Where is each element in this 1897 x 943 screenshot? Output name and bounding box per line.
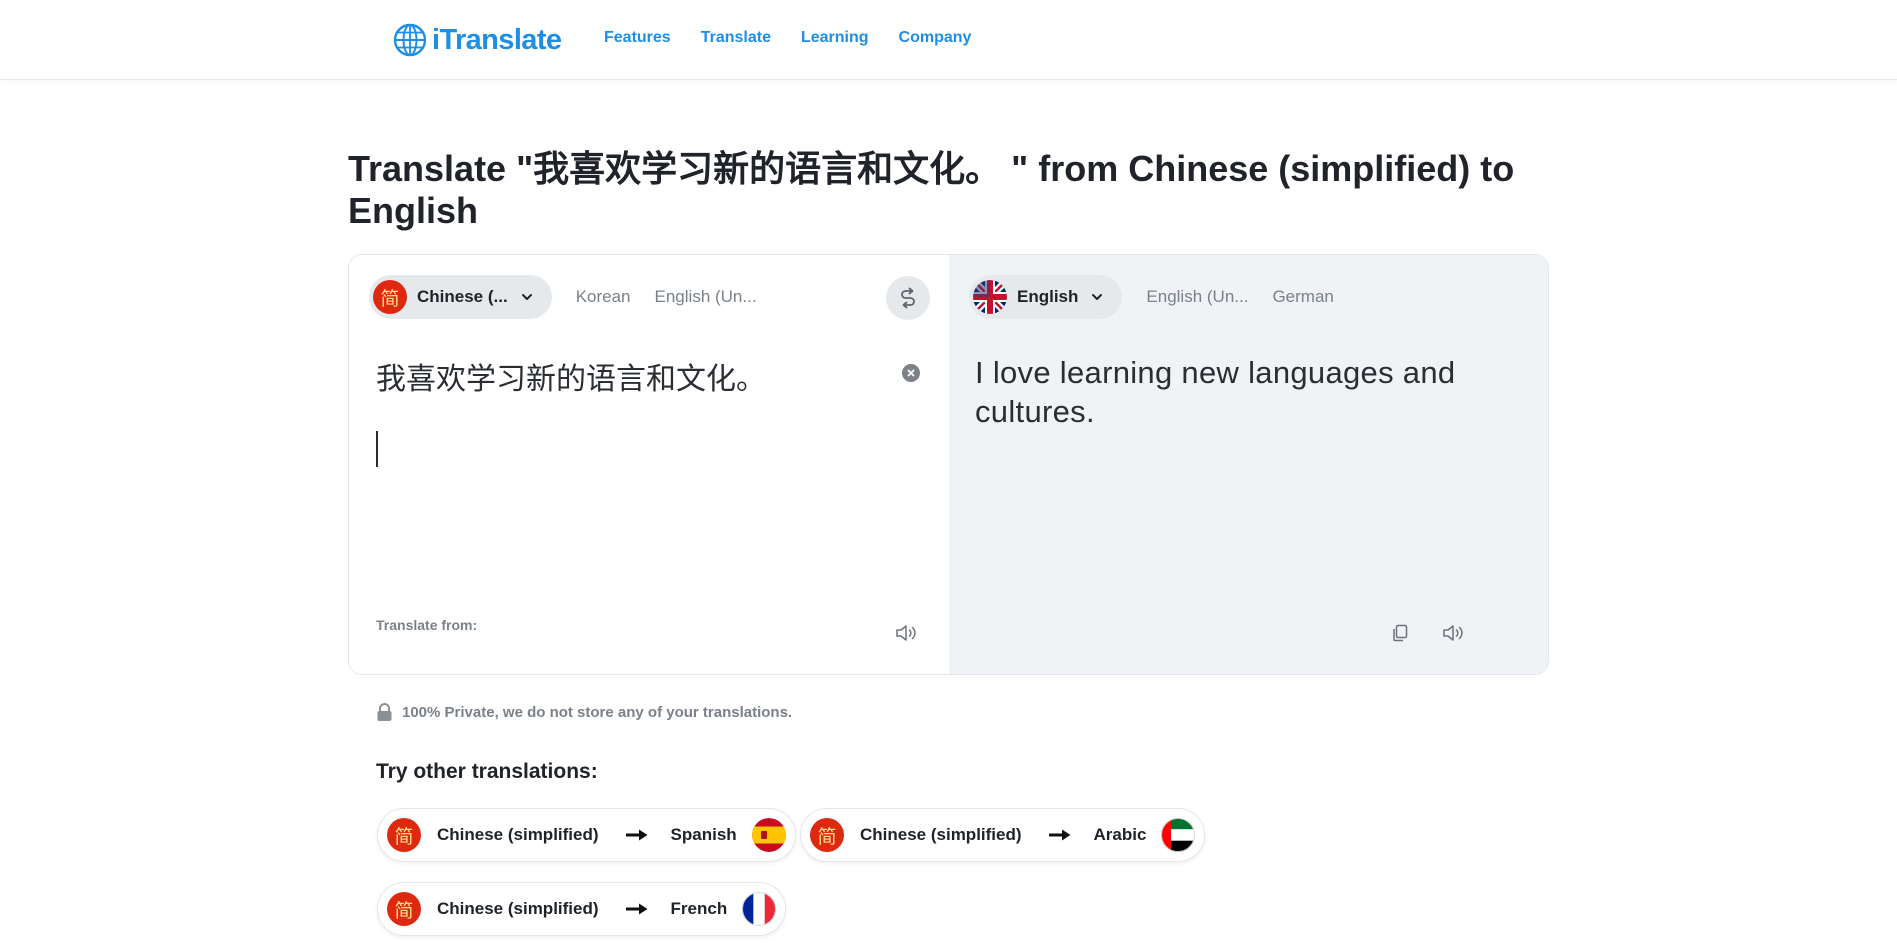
nav-learning[interactable]: Learning bbox=[801, 29, 869, 47]
pair-from-language: Chinese (simplified) bbox=[860, 825, 1022, 844]
page-title: Translate "我喜欢学习新的语言和文化。 " from Chinese … bbox=[348, 148, 1515, 231]
pair-from-language: Chinese (simplified) bbox=[437, 899, 599, 918]
pair-to-language: Spanish bbox=[670, 825, 737, 844]
pair-chinese-arabic[interactable]: 简 Chinese (simplified) Arabic bbox=[800, 808, 1206, 862]
swap-icon bbox=[901, 287, 915, 309]
copy-icon bbox=[1393, 624, 1408, 642]
speaker-icon bbox=[1443, 625, 1463, 641]
source-language-label: Chinese (... bbox=[417, 287, 508, 306]
pair-chinese-spanish[interactable]: 简 Chinese (simplified) Spanish bbox=[377, 808, 796, 862]
chinese-flag-icon: 简 bbox=[387, 818, 421, 852]
target-language-bar: English English (Un... German bbox=[969, 275, 1334, 319]
close-icon bbox=[907, 369, 915, 377]
main-nav: Features Translate Learning Company bbox=[604, 29, 1001, 47]
swap-languages-button[interactable] bbox=[886, 276, 930, 320]
source-option-english-us[interactable]: English (Un... bbox=[655, 287, 757, 307]
other-translations-heading: Try other translations: bbox=[376, 760, 598, 783]
france-flag-icon bbox=[742, 892, 777, 926]
source-language-bar: 简 Chinese (... Korean English (Un... bbox=[369, 275, 757, 319]
translator-card: 简 Chinese (... Korean English (Un... 我喜欢… bbox=[348, 254, 1549, 675]
target-option-english-us[interactable]: English (Un... bbox=[1146, 287, 1248, 307]
translated-text: I love learning new languages and cultur… bbox=[975, 355, 1456, 429]
privacy-text: 100% Private, we do not store any of you… bbox=[402, 704, 793, 721]
source-text-input[interactable]: 我喜欢学习新的语言和文化。 bbox=[376, 354, 766, 398]
nav-translate[interactable]: Translate bbox=[701, 29, 771, 47]
source-speak-button[interactable] bbox=[894, 620, 920, 646]
target-language-dropdown[interactable]: English bbox=[969, 275, 1123, 319]
clear-text-button[interactable] bbox=[902, 364, 920, 382]
uk-flag-icon bbox=[973, 280, 1007, 314]
chevron-down-icon bbox=[1092, 294, 1103, 300]
nav-features[interactable]: Features bbox=[604, 29, 671, 47]
source-pane: 简 Chinese (... Korean English (Un... 我喜欢… bbox=[349, 255, 949, 674]
globe-icon bbox=[393, 23, 427, 57]
pair-from-language: Chinese (simplified) bbox=[437, 825, 599, 844]
source-language-dropdown[interactable]: 简 Chinese (... bbox=[369, 275, 552, 319]
nav-company[interactable]: Company bbox=[899, 29, 972, 47]
pair-to-language: French bbox=[670, 899, 728, 918]
target-language-label: English bbox=[1017, 287, 1079, 306]
arrow-right-icon bbox=[1048, 829, 1071, 841]
target-option-german[interactable]: German bbox=[1272, 287, 1333, 307]
speaker-icon bbox=[896, 625, 916, 641]
translate-from-label: Translate from: bbox=[376, 617, 478, 633]
target-speak-button[interactable] bbox=[1441, 620, 1467, 646]
arrow-right-icon bbox=[625, 903, 648, 915]
spain-flag-icon bbox=[751, 818, 786, 852]
uae-flag-icon bbox=[1161, 818, 1196, 852]
source-option-korean[interactable]: Korean bbox=[576, 287, 631, 307]
copy-translation-button[interactable] bbox=[1387, 620, 1413, 646]
top-navigation-bar: iTranslate Features Translate Learning C… bbox=[0, 0, 1897, 80]
itranslate-logo[interactable]: iTranslate bbox=[393, 22, 562, 58]
target-pane: English English (Un... German I love lea… bbox=[949, 255, 1548, 674]
pair-to-language: Arabic bbox=[1093, 825, 1147, 844]
text-cursor bbox=[376, 431, 378, 467]
chinese-flag-icon: 简 bbox=[387, 892, 421, 926]
logo-text: iTranslate bbox=[432, 23, 562, 56]
chevron-down-icon bbox=[521, 294, 532, 300]
chinese-flag-icon: 简 bbox=[373, 280, 407, 314]
privacy-note: 100% Private, we do not store any of you… bbox=[376, 703, 792, 722]
chinese-flag-icon: 简 bbox=[810, 818, 844, 852]
arrow-right-icon bbox=[625, 829, 648, 841]
pair-chinese-french[interactable]: 简 Chinese (simplified) French bbox=[377, 882, 787, 936]
lock-icon bbox=[377, 703, 392, 721]
